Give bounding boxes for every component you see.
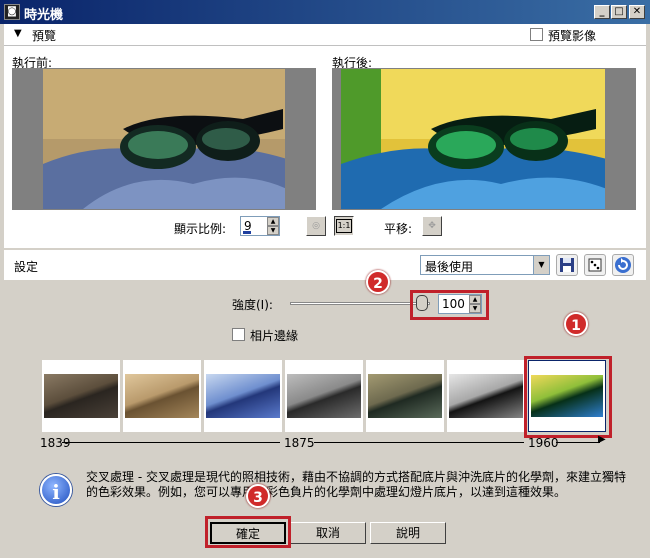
photo-edges-checkbox[interactable] bbox=[232, 328, 245, 341]
window-title: 時光機 bbox=[24, 8, 64, 23]
thumbnail-image bbox=[44, 374, 118, 418]
zoom-spinner[interactable]: 9 ▲ ▼ bbox=[240, 216, 280, 236]
title-bar: ◙ 時光機 _ □ ✕ bbox=[0, 0, 650, 24]
help-button[interactable]: 說明 bbox=[370, 522, 446, 544]
thumbnail-cyanotype[interactable] bbox=[204, 360, 282, 432]
thumbnail-sepia[interactable] bbox=[123, 360, 201, 432]
reset-arrow-icon bbox=[615, 257, 631, 273]
strength-label: 強度(I): bbox=[232, 298, 273, 312]
zoom-down-arrow-icon[interactable]: ▼ bbox=[267, 226, 279, 235]
pan-label: 平移: bbox=[384, 222, 413, 236]
random-button[interactable] bbox=[584, 254, 606, 276]
cancel-button[interactable]: 取消 bbox=[290, 522, 366, 544]
highlight-box-ok bbox=[205, 516, 291, 548]
after-photo-image bbox=[341, 69, 605, 209]
timeline-mid: 1875 bbox=[284, 436, 315, 450]
timeline-line-end bbox=[556, 442, 600, 443]
floppy-icon bbox=[560, 258, 574, 272]
preview-image-label: 預覽影像 bbox=[548, 29, 597, 43]
fit-window-button[interactable]: ◎ bbox=[306, 216, 326, 236]
timeline-end: 1960 bbox=[528, 436, 559, 450]
maximize-button[interactable]: □ bbox=[611, 5, 627, 19]
preset-value: 最後使用 bbox=[425, 260, 474, 274]
save-preset-button[interactable] bbox=[556, 254, 578, 276]
info-icon: i bbox=[40, 474, 72, 506]
annotation-badge-3: 3 bbox=[246, 484, 270, 508]
annotation-badge-1: 1 bbox=[564, 312, 588, 336]
thumbnail-image bbox=[206, 374, 280, 418]
dice-icon bbox=[588, 258, 602, 272]
settings-title: 設定 bbox=[14, 260, 39, 274]
one-to-one-button[interactable]: 1:1 bbox=[334, 216, 354, 236]
timeline-arrow-icon: ▶ bbox=[598, 434, 606, 445]
pan-button[interactable]: ✥ bbox=[422, 216, 442, 236]
thumbnail-image bbox=[125, 374, 199, 418]
after-preview bbox=[332, 68, 636, 210]
preview-area: 執行前: 執行後: 顯示比例: 9 ▲ ▼ ◎ 1:1 平移: ✥ bbox=[4, 46, 646, 248]
close-button[interactable]: ✕ bbox=[629, 5, 645, 19]
preview-header[interactable]: ▼ 預覽 預覽影像 bbox=[4, 24, 646, 46]
app-icon: ◙ bbox=[4, 4, 20, 20]
preset-dropdown[interactable]: 最後使用 ▼ bbox=[420, 255, 550, 275]
before-photo bbox=[43, 69, 285, 209]
zoom-up-arrow-icon[interactable]: ▲ bbox=[267, 217, 279, 226]
zoom-level-bar bbox=[243, 231, 251, 234]
zoom-label: 顯示比例: bbox=[174, 222, 227, 236]
settings-bar: 設定 最後使用 ▼ bbox=[4, 250, 646, 280]
thumbnail-image bbox=[368, 374, 442, 418]
thumbnail-1875[interactable] bbox=[285, 360, 363, 432]
thumbnail-1839[interactable] bbox=[42, 360, 120, 432]
effect-description: 交叉處理 - 交叉處理是現代的照相技術，藉由不協調的方式搭配底片與沖洗底片的化學… bbox=[86, 470, 626, 499]
after-photo bbox=[341, 69, 605, 209]
thumbnail-image bbox=[287, 374, 361, 418]
dropdown-arrow-icon[interactable]: ▼ bbox=[533, 256, 549, 274]
before-photo-image bbox=[43, 69, 285, 209]
highlight-box-strength bbox=[410, 290, 489, 320]
thumbnail-image bbox=[449, 374, 523, 418]
reset-button[interactable] bbox=[612, 254, 634, 276]
strength-slider-track[interactable] bbox=[290, 302, 430, 305]
timeline-line-left bbox=[62, 442, 280, 443]
preview-label: 預覽 bbox=[32, 29, 57, 43]
annotation-badge-2: 2 bbox=[366, 270, 390, 294]
timeline-start: 1839 bbox=[40, 436, 71, 450]
before-preview bbox=[12, 68, 316, 210]
photo-edges-label: 相片邊緣 bbox=[250, 329, 299, 343]
collapse-triangle-icon[interactable]: ▼ bbox=[14, 28, 22, 39]
thumbnail-bw[interactable] bbox=[447, 360, 525, 432]
minimize-button[interactable]: _ bbox=[594, 5, 610, 19]
one-to-one-label: 1:1 bbox=[335, 219, 353, 233]
highlight-box-thumbnail bbox=[524, 356, 612, 438]
timeline-line-right bbox=[314, 442, 524, 443]
thumbnail-olive[interactable] bbox=[366, 360, 444, 432]
preview-image-checkbox[interactable] bbox=[530, 28, 543, 41]
